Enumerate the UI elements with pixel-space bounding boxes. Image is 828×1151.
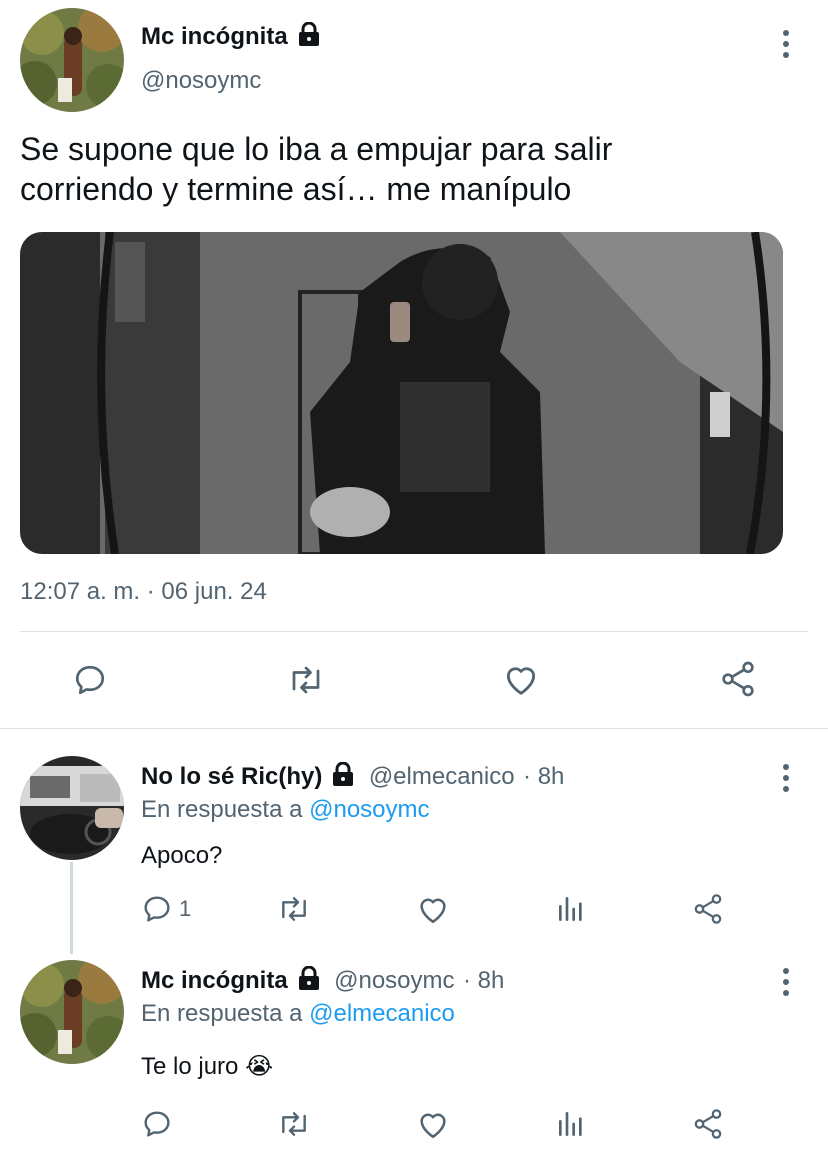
reply-header: No lo sé Ric(hy) @elmecanico · 8h [141,761,565,791]
reply-mention-link[interactable]: @elmecanico [309,1000,455,1027]
tweet-text-line: Se supone que lo iba a empujar para sali… [20,131,613,167]
like-icon [416,893,450,925]
analytics-icon [555,893,587,925]
retweet-button[interactable] [286,662,326,698]
more-options-icon[interactable] [781,968,791,1001]
share-button[interactable] [718,659,758,699]
share-button[interactable] [691,1107,725,1141]
author-name[interactable]: No lo sé Ric(hy) [141,763,322,790]
author-name[interactable]: Mc incógnita [141,23,288,50]
reply-button[interactable]: 1 [141,893,191,925]
author-name[interactable]: Mc incógnita [141,967,288,994]
author-row: Mc incógnita [141,21,320,51]
reply-time: · 8h [462,967,505,994]
reply-count: 1 [179,896,192,921]
share-icon [691,892,725,926]
reply-icon [72,662,108,698]
tweet-photo[interactable] [20,232,783,554]
author-handle[interactable]: @nosoymc [141,67,261,95]
reply-button[interactable] [141,1108,173,1140]
like-button[interactable] [416,893,450,925]
like-icon [502,661,540,697]
lock-icon [298,965,320,995]
crying-face-emoji: 😭 [245,1053,274,1080]
reply-text-content: Te lo juro [141,1053,239,1080]
retweet-button[interactable] [276,893,312,925]
reply-icon [141,893,173,925]
like-button[interactable] [416,1108,450,1140]
tweet-timestamp[interactable]: 12:07 a. m. · 06 jun. 24 [20,578,267,606]
author-handle[interactable]: @nosoymc [334,967,454,994]
divider [20,631,808,632]
share-icon [718,659,758,699]
reply-time: · 8h [523,763,565,790]
thread-connector [70,862,73,954]
avatar[interactable] [20,960,124,1064]
like-button[interactable] [502,661,540,697]
reply-icon [141,1108,173,1140]
tweet-text: Se supone que lo iba a empujar para sali… [20,129,810,209]
retweet-icon [286,662,326,698]
reply-mention-link[interactable]: @nosoymc [309,796,429,823]
retweet-icon [276,1108,312,1140]
share-icon [691,1107,725,1141]
author-handle[interactable]: @elmecanico [369,763,515,790]
retweet-icon [276,893,312,925]
divider [0,728,828,729]
lock-icon [298,21,320,51]
reply-text: Apoco? [141,842,223,869]
reply-button[interactable] [72,662,108,698]
analytics-button[interactable] [555,1108,587,1140]
avatar[interactable] [20,8,124,112]
tweet-text-line: corriendo y termine así… me manípulo [20,171,572,207]
more-options-icon[interactable] [781,764,791,797]
reply-prefix: En respuesta a [141,1000,303,1027]
retweet-button[interactable] [276,1108,312,1140]
lock-icon [332,761,354,791]
reply-context: En respuesta a @nosoymc [141,796,430,824]
reply-prefix: En respuesta a [141,796,303,823]
analytics-button[interactable] [555,893,587,925]
more-options-icon[interactable] [781,30,791,63]
reply-context: En respuesta a @elmecanico [141,1000,455,1028]
analytics-icon [555,1108,587,1140]
share-button[interactable] [691,892,725,926]
reply-text: Te lo juro 😭 [141,1052,273,1081]
avatar[interactable] [20,756,124,860]
like-icon [416,1108,450,1140]
reply-header: Mc incógnita @nosoymc · 8h [141,965,505,995]
